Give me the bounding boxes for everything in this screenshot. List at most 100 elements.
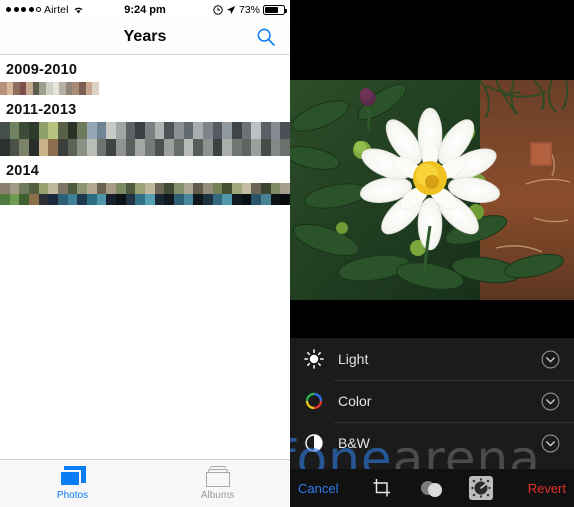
- year-group[interactable]: 2009-2010: [0, 55, 290, 95]
- thumbnail-cell[interactable]: [145, 122, 155, 139]
- thumbnail-cell[interactable]: [203, 139, 213, 156]
- thumbnail-cell[interactable]: [85, 82, 93, 95]
- thumbnail-cell[interactable]: [29, 122, 39, 139]
- thumbnail-cell[interactable]: [6, 82, 14, 95]
- thumbnail-cell[interactable]: [241, 183, 252, 194]
- thumbnail-cell[interactable]: [116, 194, 126, 205]
- thumbnail-cell[interactable]: [261, 183, 271, 194]
- thumbnail-cell[interactable]: [77, 122, 88, 139]
- thumbnail-cell[interactable]: [58, 194, 68, 205]
- thumbnail-cell[interactable]: [212, 139, 223, 156]
- thumbnail-cell[interactable]: [59, 82, 66, 95]
- thumbnail-cell[interactable]: [183, 122, 194, 139]
- edit-option-light[interactable]: Light: [290, 338, 574, 380]
- thumbnail-cell[interactable]: [48, 139, 59, 156]
- thumbnail-cell[interactable]: [145, 183, 155, 194]
- thumbnail-cell[interactable]: [232, 183, 242, 194]
- thumbnail-cell[interactable]: [67, 139, 78, 156]
- thumbnail-cell[interactable]: [92, 82, 99, 95]
- thumbnail-cell[interactable]: [19, 139, 30, 156]
- thumbnail-cell[interactable]: [106, 122, 117, 139]
- thumbnail-cell[interactable]: [183, 183, 194, 194]
- thumbnail-cell[interactable]: [77, 139, 88, 156]
- thumbnail-cell[interactable]: [261, 122, 271, 139]
- thumbnail-cell[interactable]: [48, 194, 59, 205]
- revert-button[interactable]: Revert: [528, 481, 566, 496]
- thumbnail-cell[interactable]: [29, 194, 39, 205]
- cancel-button[interactable]: Cancel: [298, 481, 338, 496]
- thumbnail-cell[interactable]: [251, 194, 262, 205]
- thumbnail-cell[interactable]: [280, 122, 290, 139]
- thumbnail-cell[interactable]: [241, 122, 252, 139]
- thumbnail-cell[interactable]: [232, 139, 242, 156]
- thumbnail-cell[interactable]: [212, 183, 223, 194]
- year-thumbnail-strip[interactable]: [0, 122, 290, 156]
- thumbnail-cell[interactable]: [29, 139, 39, 156]
- thumbnail-cell[interactable]: [135, 194, 146, 205]
- thumbnail-cell[interactable]: [9, 139, 20, 156]
- year-thumbnail-strip[interactable]: [0, 82, 99, 95]
- thumbnail-cell[interactable]: [203, 194, 213, 205]
- thumbnail-cell[interactable]: [38, 122, 49, 139]
- years-list[interactable]: 2009-2010 2011-2013 2014: [0, 55, 290, 460]
- thumbnail-cell[interactable]: [222, 122, 233, 139]
- thumbnail-cell[interactable]: [52, 82, 60, 95]
- thumbnail-cell[interactable]: [106, 194, 117, 205]
- thumbnail-cell[interactable]: [232, 122, 242, 139]
- thumbnail-cell[interactable]: [77, 183, 88, 194]
- thumbnail-cell[interactable]: [32, 82, 40, 95]
- thumbnail-cell[interactable]: [0, 122, 10, 139]
- thumbnail-cell[interactable]: [212, 122, 223, 139]
- thumbnail-cell[interactable]: [135, 139, 146, 156]
- thumbnail-cell[interactable]: [125, 122, 136, 139]
- thumbnail-cell[interactable]: [280, 194, 290, 205]
- thumbnail-cell[interactable]: [261, 139, 271, 156]
- thumbnail-cell[interactable]: [280, 139, 290, 156]
- thumbnail-cell[interactable]: [270, 139, 281, 156]
- thumbnail-cell[interactable]: [38, 194, 49, 205]
- thumbnail-cell[interactable]: [106, 139, 117, 156]
- thumbnail-cell[interactable]: [58, 139, 68, 156]
- thumbnail-cell[interactable]: [19, 194, 30, 205]
- thumbnail-cell[interactable]: [19, 82, 27, 95]
- thumbnail-cell[interactable]: [96, 139, 107, 156]
- thumbnail-cell[interactable]: [0, 139, 10, 156]
- thumbnail-cell[interactable]: [96, 183, 107, 194]
- thumbnail-cell[interactable]: [280, 183, 290, 194]
- year-group[interactable]: 2014: [0, 156, 290, 205]
- thumbnail-cell[interactable]: [251, 122, 262, 139]
- thumbnail-cell[interactable]: [183, 139, 194, 156]
- thumbnail-cell[interactable]: [164, 139, 175, 156]
- thumbnail-cell[interactable]: [96, 194, 107, 205]
- thumbnail-cell[interactable]: [212, 194, 223, 205]
- white-dahlia-flower-photo[interactable]: [290, 80, 574, 300]
- thumbnail-cell[interactable]: [193, 183, 204, 194]
- thumbnail-cell[interactable]: [9, 183, 20, 194]
- thumbnail-cell[interactable]: [251, 183, 262, 194]
- thumbnail-cell[interactable]: [203, 122, 213, 139]
- thumbnail-cell[interactable]: [87, 139, 97, 156]
- thumbnail-cell[interactable]: [0, 194, 10, 205]
- thumbnail-cell[interactable]: [125, 139, 136, 156]
- thumbnail-cell[interactable]: [29, 183, 39, 194]
- crop-rotate-icon[interactable]: [372, 478, 392, 498]
- thumbnail-cell[interactable]: [13, 82, 20, 95]
- thumbnail-cell[interactable]: [222, 139, 233, 156]
- edit-option-bw[interactable]: B&W: [290, 422, 574, 464]
- thumbnail-cell[interactable]: [164, 183, 175, 194]
- thumbnail-cell[interactable]: [38, 183, 49, 194]
- thumbnail-cell[interactable]: [9, 122, 20, 139]
- thumbnail-cell[interactable]: [154, 194, 165, 205]
- thumbnail-cell[interactable]: [72, 82, 79, 95]
- chevron-down-circle-icon[interactable]: [541, 350, 560, 369]
- thumbnail-cell[interactable]: [46, 82, 53, 95]
- thumbnail-cell[interactable]: [174, 183, 184, 194]
- thumbnail-cell[interactable]: [154, 139, 165, 156]
- thumbnail-cell[interactable]: [145, 194, 155, 205]
- thumbnail-cell[interactable]: [270, 183, 281, 194]
- thumbnail-cell[interactable]: [96, 122, 107, 139]
- thumbnail-cell[interactable]: [193, 194, 204, 205]
- thumbnail-cell[interactable]: [164, 122, 175, 139]
- thumbnail-cell[interactable]: [135, 183, 146, 194]
- thumbnail-cell[interactable]: [26, 82, 33, 95]
